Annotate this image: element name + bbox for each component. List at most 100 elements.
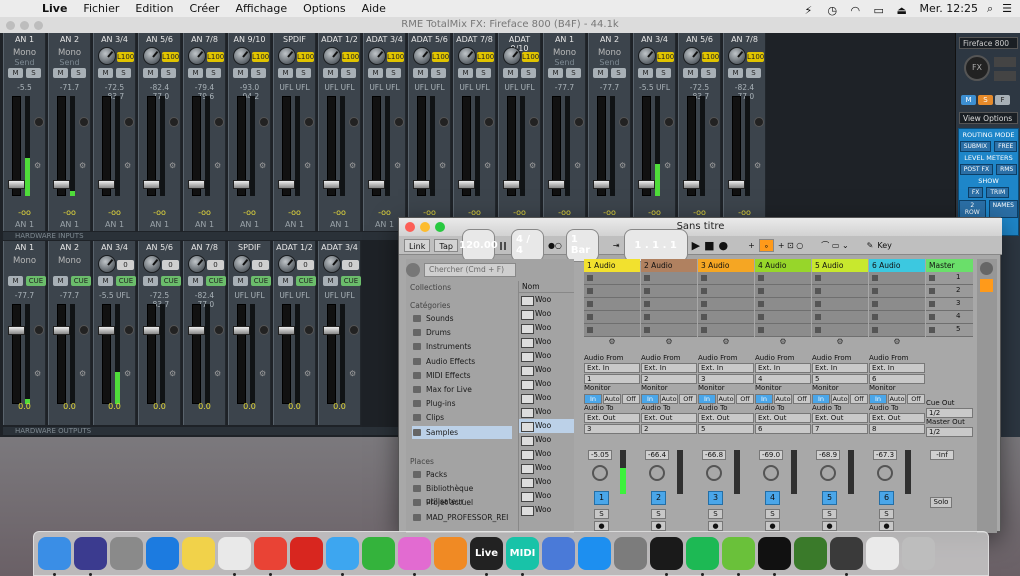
play-icon[interactable]: ▶ <box>692 239 700 252</box>
wrench-icon[interactable]: ⚙ <box>484 161 494 171</box>
mute-button[interactable]: M <box>368 68 383 78</box>
spotlight-icon[interactable]: ⌕ <box>987 2 993 16</box>
gain-knob[interactable] <box>413 47 431 65</box>
fader-handle[interactable] <box>233 180 250 189</box>
settings-dial-icon[interactable] <box>259 325 269 335</box>
fader-handle[interactable] <box>188 180 205 189</box>
clip-slot[interactable] <box>641 311 697 324</box>
preview-icon[interactable] <box>866 537 899 570</box>
solo-button[interactable]: S <box>116 68 131 78</box>
link-button[interactable]: Link <box>404 238 431 252</box>
menu-affichage[interactable]: Affichage <box>227 2 295 15</box>
wrench-icon[interactable]: ⚙ <box>754 161 764 171</box>
nudge-icon[interactable]: ‖‖ <box>499 241 507 250</box>
settings-dial-icon[interactable] <box>529 117 539 127</box>
facetime-icon[interactable] <box>362 537 395 570</box>
master-out-select[interactable]: 1/2 <box>926 427 973 437</box>
browser-file-item[interactable]: Woo <box>519 335 574 349</box>
pan-value[interactable]: 0 <box>117 260 134 270</box>
wrench-icon[interactable]: ⚙ <box>79 369 89 379</box>
wrench-icon[interactable]: ⚙ <box>124 161 134 171</box>
output-channel-select[interactable]: 7 <box>812 424 868 434</box>
pan-value[interactable]: 0 <box>252 260 269 270</box>
settings-dial-icon[interactable] <box>169 117 179 127</box>
input-strip-13[interactable]: AN 1MonoSendMS-77.7⚙-ooAN 1 <box>543 33 586 231</box>
clip-stop-button[interactable]: ⚙ <box>812 337 868 350</box>
device-select[interactable]: Fireface 800 <box>959 37 1018 49</box>
clip-slot[interactable] <box>698 298 754 311</box>
audio-to-select[interactable]: Ext. Out <box>869 413 925 423</box>
pan-value[interactable]: 0 <box>297 260 314 270</box>
monitor-auto-button[interactable]: Auto <box>603 394 621 404</box>
mute-button[interactable]: M <box>323 276 338 286</box>
gain-knob[interactable] <box>368 47 386 65</box>
finder-icon[interactable] <box>38 537 71 576</box>
fader-track[interactable] <box>237 304 246 404</box>
wrench-icon[interactable]: ⚙ <box>439 161 449 171</box>
record-icon[interactable]: ● <box>718 239 728 252</box>
fader-track[interactable] <box>57 304 66 404</box>
fader-handle[interactable] <box>143 326 160 335</box>
appstore-icon[interactable] <box>578 537 611 570</box>
clip-slot[interactable] <box>755 311 811 324</box>
gain-knob[interactable] <box>188 47 206 65</box>
spotify-icon[interactable] <box>686 537 719 576</box>
scene-launch[interactable]: 3 <box>926 298 973 311</box>
wrench-icon[interactable]: ⚙ <box>574 161 584 171</box>
fader-handle[interactable] <box>278 180 295 189</box>
input-strip-3[interactable]: AN 3/4L100MS-72.5 -83.7⚙-ooAN 1 <box>93 33 136 231</box>
solo-button[interactable]: S <box>71 68 86 78</box>
settings-dial-icon[interactable] <box>484 117 494 127</box>
monitor-off-button[interactable]: Off <box>679 394 697 404</box>
monitor-off-button[interactable]: Off <box>907 394 925 404</box>
solo-button[interactable]: S <box>206 68 221 78</box>
track-activator-button[interactable]: 2 <box>651 491 666 505</box>
rms-button[interactable]: RMS <box>996 164 1018 175</box>
solo-button[interactable]: S <box>611 68 626 78</box>
solo-button[interactable]: S <box>651 509 666 519</box>
pan-value[interactable]: L100 <box>252 52 269 62</box>
wrench-icon[interactable]: ⚙ <box>259 161 269 171</box>
follow-icon[interactable]: ⇥ <box>613 241 620 250</box>
browser-toggle-icon[interactable] <box>406 263 420 277</box>
notes-icon[interactable] <box>182 537 215 570</box>
settings-dial-icon[interactable] <box>664 117 674 127</box>
live-icon[interactable]: Live <box>470 537 503 576</box>
clip-slot[interactable] <box>869 285 925 298</box>
output-channel-select[interactable]: 6 <box>755 424 811 434</box>
browser-file-item[interactable]: Woo <box>519 363 574 377</box>
scene-launch[interactable]: 1 <box>926 272 973 285</box>
mute-button[interactable]: M <box>53 68 68 78</box>
output-channel-select[interactable]: 3 <box>584 424 640 434</box>
clip-slot[interactable] <box>869 324 925 337</box>
browser-file-item[interactable]: Woo <box>519 503 574 517</box>
fader-handle[interactable] <box>323 326 340 335</box>
clip-stop-button[interactable]: ⚙ <box>641 337 697 350</box>
cue-button[interactable]: CUE <box>251 276 271 286</box>
pan-value[interactable]: L100 <box>117 52 134 62</box>
zoom-button[interactable] <box>34 21 43 30</box>
settings-dial-icon[interactable] <box>124 325 134 335</box>
wrench-icon[interactable]: ⚙ <box>259 369 269 379</box>
mute-button[interactable]: M <box>8 68 23 78</box>
master-solo-button[interactable]: S <box>978 95 993 105</box>
cue-button[interactable]: CUE <box>116 276 136 286</box>
track-header[interactable]: 2 Audio <box>641 259 697 272</box>
settings-dial-icon[interactable] <box>124 117 134 127</box>
solo-button[interactable]: S <box>476 68 491 78</box>
fader-handle[interactable] <box>593 180 610 189</box>
settings-dial-icon[interactable] <box>619 117 629 127</box>
track-volume[interactable]: -66.4 <box>645 450 669 460</box>
stop-icon[interactable]: ■ <box>704 239 714 252</box>
fader-handle[interactable] <box>98 180 115 189</box>
settings-dial-icon[interactable] <box>259 117 269 127</box>
clip-slot[interactable] <box>755 324 811 337</box>
browser-file-item[interactable]: Woo <box>519 475 574 489</box>
cue-button[interactable]: CUE <box>71 276 91 286</box>
gain-knob[interactable] <box>458 47 476 65</box>
master-header[interactable]: Master <box>926 259 973 272</box>
input-strip-17[interactable]: AN 7/8L100MS-82.4 -77.0⚙-ooAN 1 <box>723 33 766 231</box>
fader-handle[interactable] <box>413 180 430 189</box>
pan-value[interactable]: L100 <box>702 52 719 62</box>
fader-handle[interactable] <box>8 326 25 335</box>
